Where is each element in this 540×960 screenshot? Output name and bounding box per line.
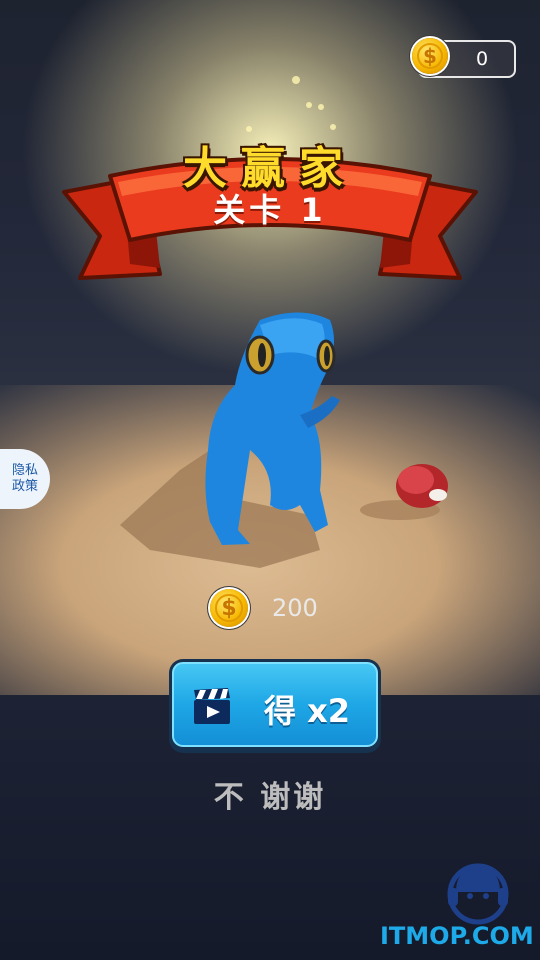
- sparkle: [330, 124, 336, 130]
- coin-balance: 0: [475, 48, 489, 70]
- no-thanks-button[interactable]: 不 谢谢: [0, 772, 540, 816]
- double-reward-button[interactable]: 得 x2: [169, 659, 381, 753]
- dinosaur-character: [120, 312, 448, 568]
- reward-coin-icon: $: [210, 589, 248, 627]
- watermark-text: ITMOP.COM: [380, 922, 534, 950]
- support-headset-icon: [447, 863, 509, 925]
- sparkle: [292, 76, 300, 84]
- level-label: 关卡 1: [213, 191, 327, 229]
- sparkle: [306, 102, 312, 108]
- coin-icon: $: [412, 38, 448, 74]
- sparkle: [318, 104, 324, 110]
- double-reward-label: 得 x2: [264, 692, 351, 730]
- video-clapper-icon: [194, 688, 230, 724]
- reward-amount: 200: [272, 594, 318, 622]
